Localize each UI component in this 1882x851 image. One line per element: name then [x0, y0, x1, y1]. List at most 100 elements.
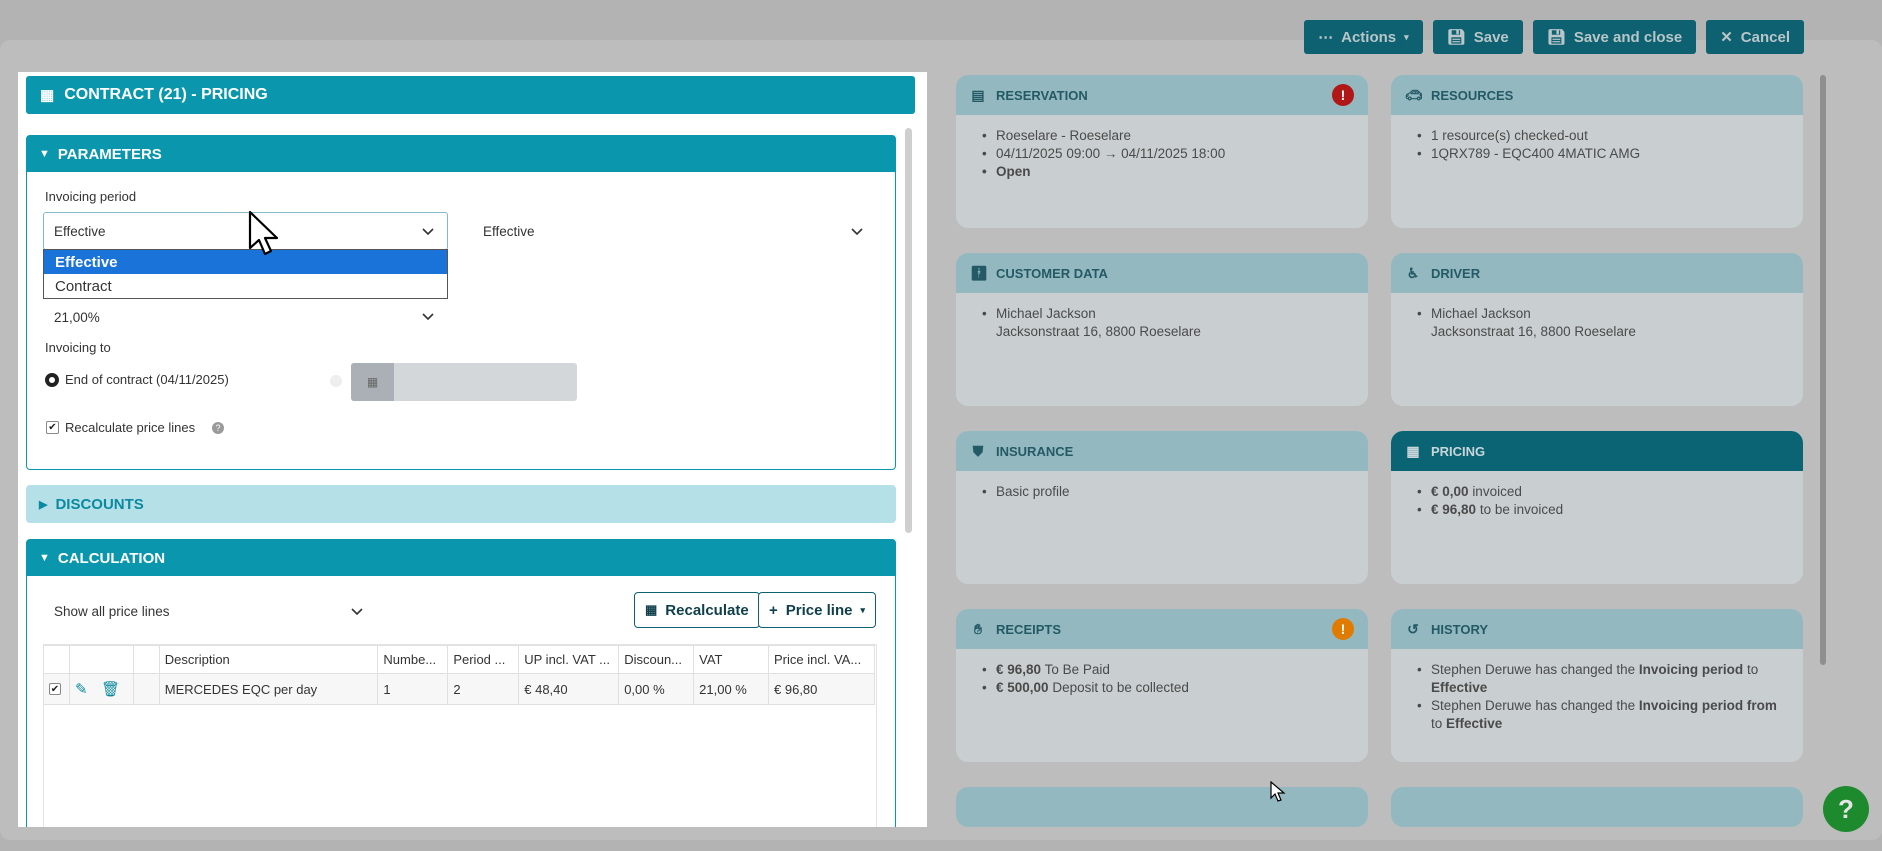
invoiced-amount: € 0,00 — [1431, 484, 1469, 499]
history-value: Effective — [1446, 716, 1503, 731]
invoicing-period-dropdown: Effective Contract — [43, 249, 448, 299]
recalculate-lines-checkbox[interactable]: ✔ — [46, 421, 59, 434]
column-header[interactable]: Description — [158, 645, 379, 674]
calculator-icon: ▦ — [1406, 442, 1420, 459]
to-be-invoiced-label: to be invoiced — [1479, 502, 1564, 517]
person-icon: 🚹︎ — [970, 264, 988, 281]
actions-column-header — [68, 645, 134, 674]
calculator-icon: ▦ — [40, 87, 55, 104]
alert-icon: ! — [1332, 84, 1354, 106]
price-lines-filter-select[interactable]: Show all price lines — [43, 592, 377, 630]
driver-icon: ♿︎ — [1406, 264, 1420, 281]
help-button[interactable]: ? — [1823, 786, 1869, 832]
save-button[interactable]: 💾︎ Save — [1432, 20, 1523, 54]
end-of-contract-radio[interactable] — [45, 373, 59, 387]
column-header[interactable]: Period ... — [447, 645, 520, 674]
chevron-down-icon — [422, 313, 434, 321]
card-title: INSURANCE — [996, 443, 1074, 459]
parameters-header[interactable]: ▼ PARAMETERS — [27, 136, 895, 172]
plus-icon: + — [769, 601, 778, 619]
reservation-card[interactable]: ▤ RESERVATION ! Roeselare - Roeselare 04/… — [956, 75, 1368, 228]
card-title: HISTORY — [1431, 621, 1489, 637]
list-item: Michael Jackson Jacksonstraat 16, 8800 Ro… — [1417, 305, 1787, 341]
cancel-button[interactable]: ✕ Cancel — [1706, 20, 1804, 54]
list-item: Michael Jackson Jacksonstraat 16, 8800 Ro… — [982, 305, 1352, 341]
pricing-card[interactable]: ▦ PRICING € 0,00 invoiced € 96,80 to be i… — [1391, 431, 1803, 584]
invoicing-period-secondary-select[interactable]: Effective — [472, 212, 877, 250]
row-actions-cell: ✎ 🗑︎ — [68, 673, 134, 705]
card-title: RESERVATION — [996, 87, 1088, 103]
row-checkbox[interactable]: ✔ — [49, 683, 61, 695]
blank-column-header — [132, 645, 160, 674]
customer-data-card[interactable]: 🚹︎ CUSTOMER DATA Michael Jackson Jacksonst… — [956, 253, 1368, 406]
discounts-header[interactable]: ▶ DISCOUNTS — [27, 486, 895, 522]
row-select-cell: ✔ — [43, 673, 70, 705]
driver-card[interactable]: ♿︎ DRIVER Michael Jackson Jacksonstraat 16… — [1391, 253, 1803, 406]
recalculate-button[interactable]: ▦ Recalculate — [634, 592, 760, 628]
floppy-icon: 💾︎ — [1446, 29, 1466, 46]
save-and-close-button[interactable]: 💾︎ Save and close — [1532, 20, 1697, 54]
invoicing-period-select[interactable]: Effective — [43, 212, 448, 250]
blank-cell — [132, 673, 160, 705]
list-item: € 96,80 to be invoiced — [1417, 501, 1787, 519]
history-field: Invoicing period from — [1638, 698, 1777, 713]
mouse-cursor-icon — [1270, 781, 1286, 802]
discounts-section: ▶ DISCOUNTS — [26, 485, 896, 523]
info-icon[interactable]: ? — [212, 422, 224, 434]
deposit-label: Deposit to be collected — [1052, 680, 1189, 695]
edit-icon[interactable]: ✎ — [75, 681, 88, 698]
price-cell: € 96,80 — [768, 673, 875, 705]
shield-icon: ⛊ — [972, 442, 984, 459]
save-close-label: Save and close — [1573, 28, 1683, 46]
modal-title-bar: ▦ CONTRACT (21) - PRICING — [26, 76, 915, 114]
column-header[interactable]: UP incl. VAT ... — [518, 645, 620, 674]
date-input[interactable]: ▦ — [351, 363, 577, 401]
list-item: Roeselare - Roeselare — [982, 127, 1352, 145]
actions-button[interactable]: ⋯ Actions ▾ — [1304, 20, 1423, 54]
add-price-line-button[interactable]: + Price line ▾ — [758, 592, 876, 628]
table-row[interactable]: ✔ ✎ 🗑︎ MERCEDES EQC per day 1 2 € 48,40 … — [43, 673, 875, 705]
unit-price-cell: € 48,40 — [518, 673, 620, 705]
calculation-header[interactable]: ▼ CALCULATION — [27, 540, 895, 576]
discount-cell: 0,00 % — [618, 673, 695, 705]
receipts-card[interactable]: ✋︎ RECEIPTS ! € 96,80 To Be Paid € 500,00… — [956, 609, 1368, 762]
modal-title: CONTRACT (21) - PRICING — [64, 86, 268, 103]
column-header[interactable]: Discoun... — [618, 645, 695, 674]
history-field: Invoicing period — [1638, 662, 1744, 677]
chevron-down-icon — [351, 608, 363, 616]
select-column-header[interactable] — [43, 645, 70, 674]
insurance-card[interactable]: ⛊ INSURANCE Basic profile — [956, 431, 1368, 584]
cancel-label: Cancel — [1740, 28, 1790, 46]
resources-card[interactable]: 🚗︎ RESOURCES 1 resource(s) checked-out 1Q… — [1391, 75, 1803, 228]
history-text: Stephen Deruwe has changed the — [1431, 662, 1636, 677]
to-be-invoiced-amount: € 96,80 — [1431, 502, 1477, 517]
list-item: 1QRX789 - EQC400 4MATIC AMG — [1417, 145, 1787, 163]
more-icon: ⋯ — [1318, 29, 1334, 46]
price-lines-table: Description Numbe... Period ... UP incl.… — [43, 645, 875, 705]
list-item: € 96,80 To Be Paid — [982, 661, 1352, 679]
card-title: RECEIPTS — [996, 621, 1062, 637]
column-header[interactable]: VAT — [693, 645, 770, 674]
chevron-down-icon — [422, 228, 434, 236]
modal-scrollbar[interactable] — [905, 128, 912, 533]
custom-date-radio[interactable] — [330, 375, 342, 387]
column-header[interactable]: Price incl. VA... — [768, 645, 875, 674]
card-title: CUSTOMER DATA — [996, 265, 1108, 281]
dropdown-option-contract[interactable]: Contract — [44, 274, 447, 298]
end-of-contract-label: End of contract (04/11/2025) — [65, 372, 229, 387]
invoicing-to-label: Invoicing to — [45, 340, 111, 355]
list-item: Open — [982, 163, 1352, 181]
hand-coin-icon: ✋︎ — [974, 620, 982, 637]
vat-cell: 21,00 % — [693, 673, 770, 705]
history-card[interactable]: ↺ HISTORY Stephen Deruwe has changed the … — [1391, 609, 1803, 762]
history-text: Stephen Deruwe has changed the — [1431, 698, 1636, 713]
history-item: Stephen Deruwe has changed the Invoicing… — [1417, 697, 1787, 733]
dropdown-option-effective[interactable]: Effective — [44, 250, 447, 274]
driver-address: Jacksonstraat 16, 8800 Roeselare — [1431, 324, 1636, 339]
list-item: € 0,00 invoiced — [1417, 483, 1787, 501]
warning-icon: ! — [1332, 618, 1354, 640]
column-header[interactable]: Numbe... — [377, 645, 449, 674]
select-value: 21,00% — [54, 309, 100, 325]
page-scrollbar[interactable] — [1820, 75, 1826, 665]
trash-icon[interactable]: 🗑︎ — [101, 681, 120, 698]
